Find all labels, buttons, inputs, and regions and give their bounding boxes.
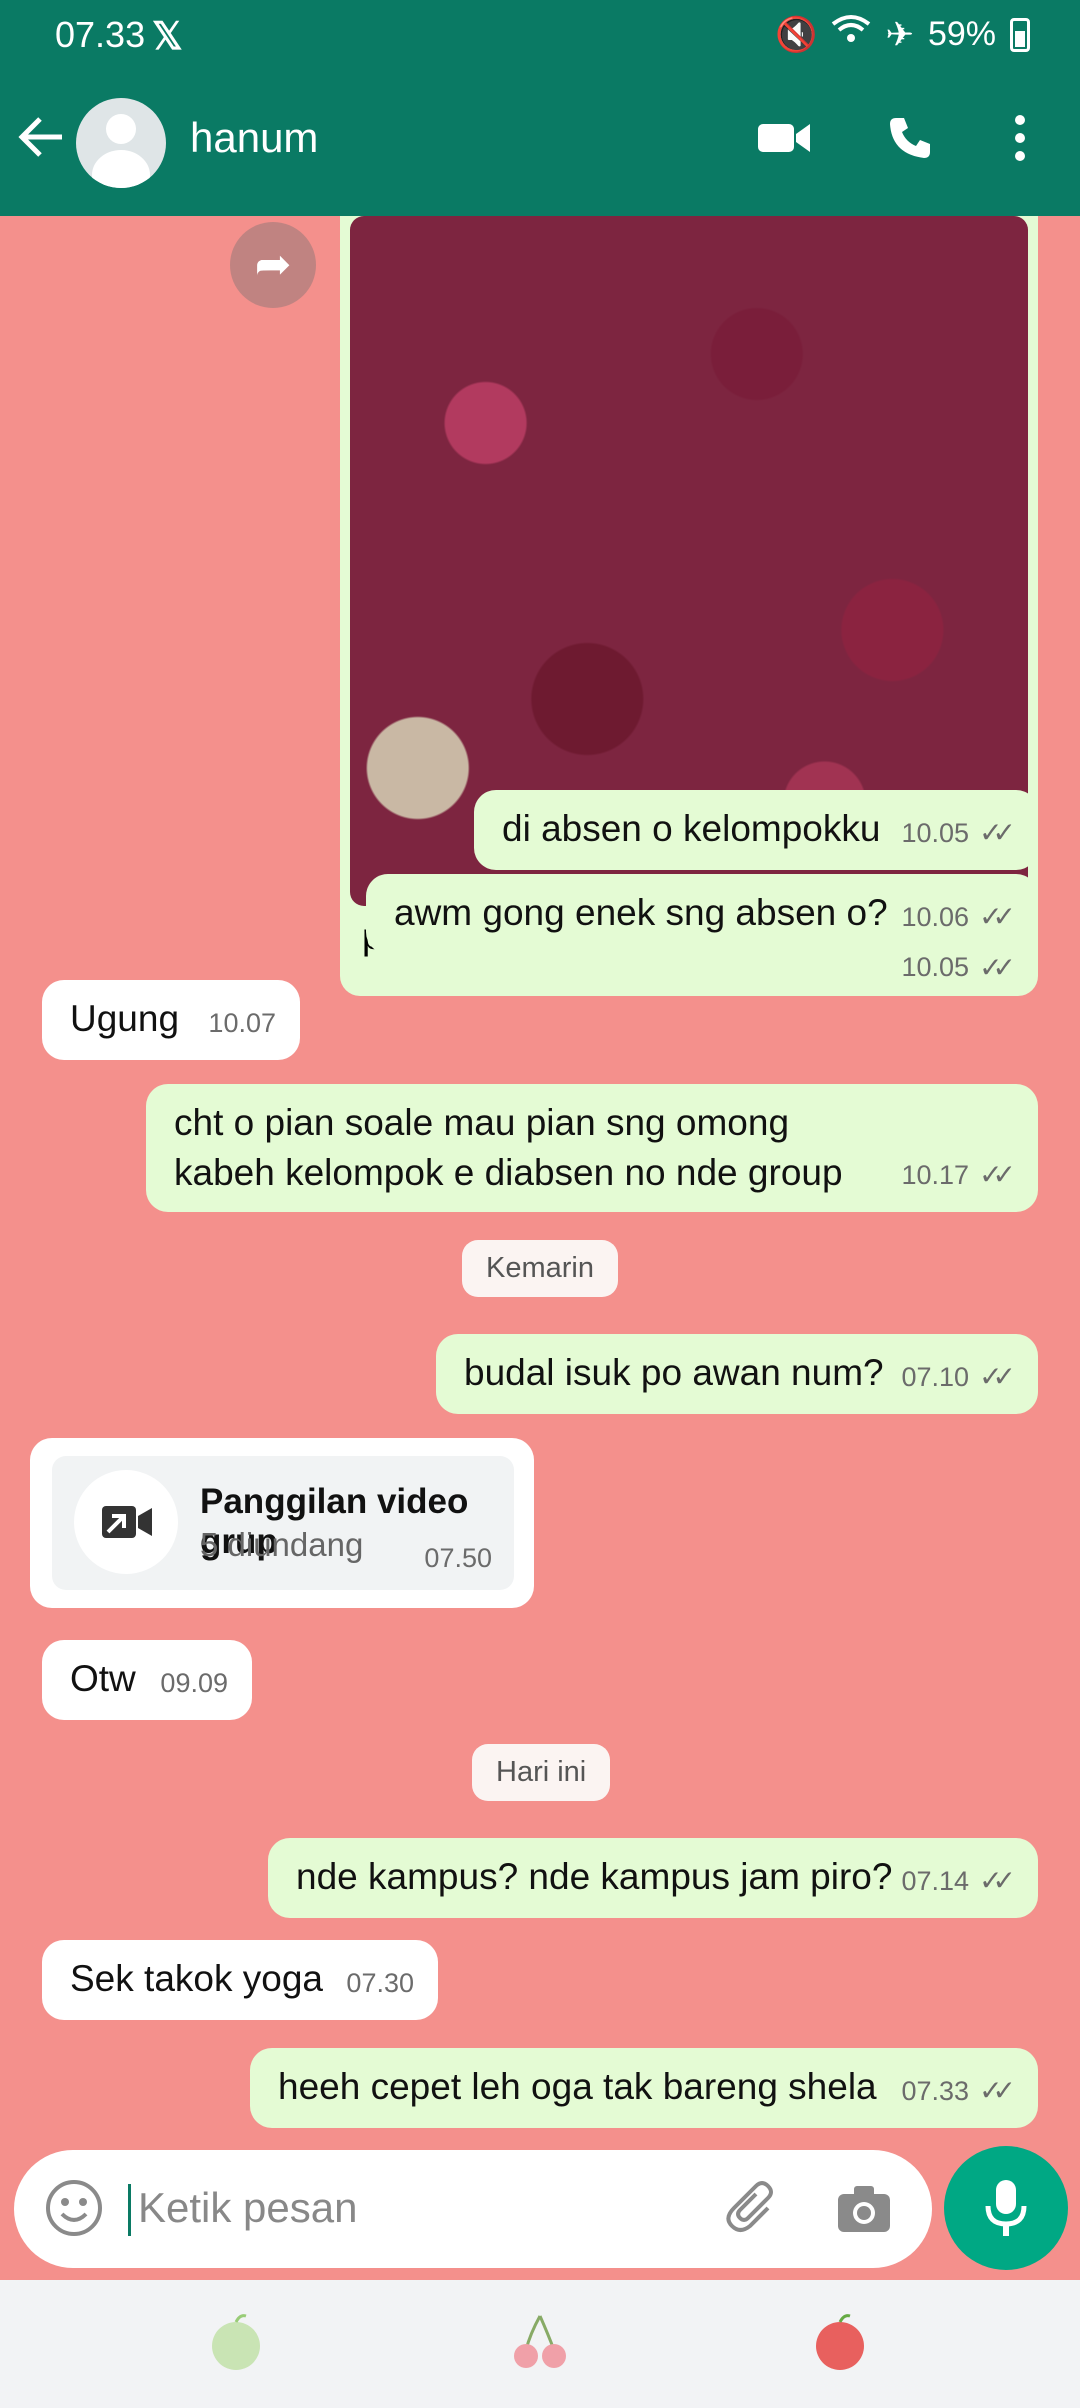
microphone-icon (985, 2180, 1027, 2236)
message-text: di absen o kelompokku (502, 808, 881, 849)
outgoing-message[interactable]: awm gong enek sng absen o? 10.06 ✓✓ (366, 874, 1038, 954)
message-text: budal isuk po awan num? (464, 1352, 884, 1393)
read-ticks-icon: ✓✓ (979, 817, 1016, 848)
read-ticks-icon: ✓✓ (979, 1361, 1016, 1392)
outgoing-message[interactable]: cht o pian soale mau pian sng omong kabe… (146, 1084, 1038, 1212)
read-ticks-icon: ✓✓ (979, 1159, 1016, 1190)
call-subtitle: 5 diundang (200, 1526, 364, 1563)
message-composer[interactable]: Ketik pesan (14, 2150, 932, 2268)
nav-home-cherry-icon[interactable] (508, 2310, 572, 2379)
message-time: 10.17 (901, 1160, 970, 1190)
outgoing-message[interactable]: nde kampus? nde kampus jam piro? 07.14 ✓… (268, 1838, 1038, 1918)
message-text: Sek takok yoga (70, 1958, 323, 1999)
status-time: 07.33 (55, 14, 146, 55)
call-card-body[interactable]: Panggilan video grup 5 diundang 07.50 (52, 1456, 514, 1590)
message-text: nde kampus? nde kampus jam piro? (296, 1856, 893, 1897)
nav-back-apple-icon[interactable] (808, 2310, 872, 2379)
message-time: 10.05 (901, 818, 970, 848)
mute-icon: 🔇 (775, 15, 818, 54)
nav-recents-apple-icon[interactable] (204, 2310, 268, 2379)
read-ticks-icon: ✓✓ (979, 952, 1016, 983)
incoming-message[interactable]: Ugung 10.07 (42, 980, 300, 1060)
voice-record-button[interactable] (944, 2146, 1068, 2270)
incoming-message[interactable]: Sek takok yoga 07.30 (42, 1940, 438, 2020)
wifi-icon (831, 14, 871, 55)
message-text: Ugung (70, 998, 180, 1039)
read-ticks-icon: ✓✓ (979, 901, 1016, 932)
message-meta: 07.30 (346, 1958, 414, 2008)
more-options-icon[interactable] (1012, 114, 1028, 167)
x-app-icon: 𝕏 (152, 16, 183, 58)
contact-name[interactable]: hanum (190, 114, 318, 162)
message-text: heeh cepet leh oga tak bareng shela (278, 2066, 877, 2107)
message-meta: 10.06 ✓✓ (901, 892, 1016, 942)
emoji-icon[interactable] (44, 2178, 104, 2243)
message-time: 09.09 (160, 1668, 228, 1698)
status-bar: 07.33 𝕏 🔇 ✈ 59% (0, 0, 1080, 70)
camera-icon[interactable] (834, 2178, 894, 2243)
message-meta: 10.05 ✓✓ (901, 808, 1016, 858)
message-meta: 07.14 ✓✓ (901, 1856, 1016, 1906)
airplane-icon: ✈ (885, 15, 914, 54)
chat-area[interactable]: ➦ pritil 10.05 ✓✓ di absen o kelompokku … (0, 216, 1080, 2150)
video-call-card[interactable]: Panggilan video grup 5 diundang 07.50 (30, 1438, 534, 1608)
video-call-icon[interactable] (756, 118, 812, 163)
message-text: Otw (70, 1658, 136, 1699)
read-ticks-icon: ✓✓ (979, 2075, 1016, 2106)
missed-video-call-icon (74, 1470, 178, 1574)
message-text: cht o pian soale mau pian sng omong kabe… (174, 1102, 843, 1193)
outgoing-message[interactable]: di absen o kelompokku 10.05 ✓✓ (474, 790, 1038, 870)
battery-percent: 59% (927, 15, 996, 53)
message-meta: 09.09 (160, 1658, 228, 1708)
outgoing-message[interactable]: budal isuk po awan num? 07.10 ✓✓ (436, 1334, 1038, 1414)
message-input[interactable]: Ketik pesan (138, 2184, 357, 2232)
message-time: 10.06 (901, 902, 970, 932)
message-meta: 07.33 ✓✓ (901, 2066, 1016, 2116)
date-divider: Hari ini (472, 1744, 611, 1801)
outgoing-message[interactable]: heeh cepet leh oga tak bareng shela 07.3… (250, 2048, 1038, 2128)
message-meta: 07.10 ✓✓ (901, 1352, 1016, 1402)
incoming-message[interactable]: Otw 09.09 (42, 1640, 252, 1720)
phone-icon[interactable] (886, 114, 934, 167)
date-divider: Kemarin (462, 1240, 618, 1297)
forward-icon[interactable]: ➦ (230, 222, 316, 308)
message-meta: 10.07 (208, 998, 276, 1048)
message-meta: 10.05 ✓✓ (901, 951, 1016, 984)
battery-icon (1010, 17, 1030, 52)
message-meta: 10.17 ✓✓ (901, 1150, 1016, 1200)
message-time: 07.30 (346, 1968, 414, 1998)
message-time: 07.10 (901, 1362, 970, 1392)
text-cursor (128, 2184, 131, 2236)
avatar[interactable] (76, 98, 166, 188)
message-time: 07.14 (901, 1866, 970, 1896)
read-ticks-icon: ✓✓ (979, 1865, 1016, 1896)
message-text: awm gong enek sng absen o? (394, 892, 888, 933)
attach-icon[interactable] (724, 2178, 784, 2243)
message-time: 07.50 (424, 1543, 492, 1573)
message-time: 10.07 (208, 1008, 276, 1038)
system-nav-bar (0, 2280, 1080, 2408)
message-time: 07.33 (901, 2076, 970, 2106)
back-arrow-icon[interactable] (18, 110, 66, 170)
chat-header: hanum (0, 70, 1080, 216)
status-icons: 🔇 ✈ 59% (775, 14, 1030, 55)
message-time: 10.05 (901, 952, 970, 982)
